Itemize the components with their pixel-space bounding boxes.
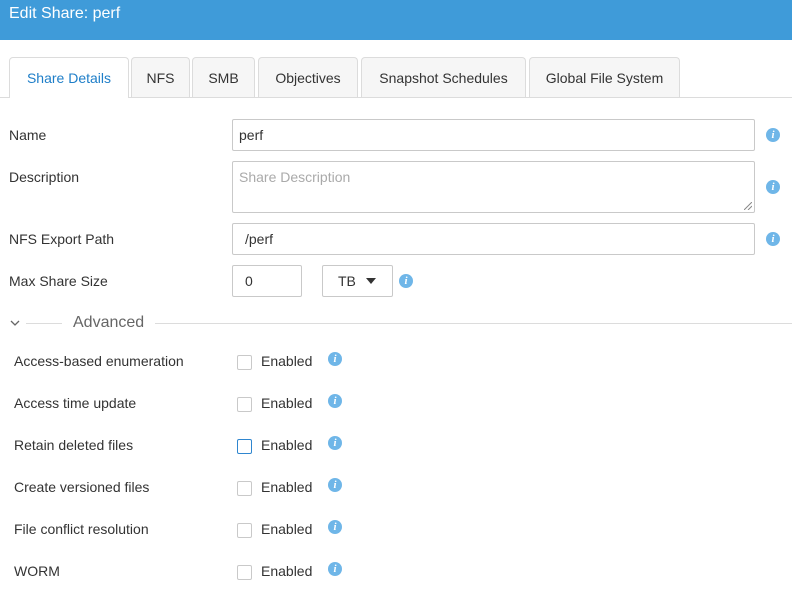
advanced-section-title[interactable]: Advanced	[73, 314, 144, 332]
window-title: Edit Share: perf	[9, 5, 121, 22]
chevron-down-icon[interactable]	[9, 318, 21, 328]
tab-nfs[interactable]: NFS	[131, 57, 190, 97]
tab-share-details[interactable]: Share Details	[9, 57, 129, 98]
info-icon[interactable]: i	[328, 520, 342, 534]
access-time-update-checkbox[interactable]	[237, 397, 252, 412]
info-icon[interactable]: i	[328, 352, 342, 366]
worm-checkbox[interactable]	[237, 565, 252, 580]
create-versioned-files-checkbox[interactable]	[237, 481, 252, 496]
nfs-export-path-value: /perf	[245, 231, 274, 247]
info-icon[interactable]: i	[328, 562, 342, 576]
retain-deleted-files-enabled-label[interactable]: Enabled	[261, 437, 312, 453]
window-titlebar: Edit Share: perf	[0, 0, 792, 40]
tab-smb[interactable]: SMB	[192, 57, 255, 97]
max-share-size-input[interactable]: 0	[232, 265, 302, 297]
size-unit-select[interactable]: TB	[322, 265, 393, 297]
max-share-size-label: Max Share Size	[9, 273, 108, 289]
access-time-update-label: Access time update	[14, 395, 137, 411]
resize-grip-icon[interactable]	[744, 202, 752, 210]
info-icon[interactable]: i	[399, 274, 413, 288]
retain-deleted-files-label: Retain deleted files	[14, 437, 134, 453]
description-textarea[interactable]: Share Description	[232, 161, 755, 213]
size-unit-value: TB	[338, 273, 356, 289]
access-time-update-enabled-label[interactable]: Enabled	[261, 395, 312, 411]
worm-enabled-label[interactable]: Enabled	[261, 563, 312, 579]
description-label: Description	[9, 169, 80, 185]
tab-objectives[interactable]: Objectives	[258, 57, 358, 97]
divider	[155, 323, 792, 324]
info-icon[interactable]: i	[328, 436, 342, 450]
info-icon[interactable]: i	[328, 394, 342, 408]
create-versioned-files-label: Create versioned files	[14, 479, 150, 495]
caret-down-icon	[365, 278, 376, 284]
description-placeholder: Share Description	[239, 169, 351, 185]
tab-bar: Share Details NFS SMB Objectives Snapsho…	[0, 57, 792, 98]
name-label: Name	[9, 127, 47, 143]
access-based-enumeration-enabled-label[interactable]: Enabled	[261, 353, 312, 369]
nfs-export-path-input[interactable]: /perf	[232, 223, 755, 255]
tab-snapshot-schedules[interactable]: Snapshot Schedules	[361, 57, 526, 97]
retain-deleted-files-checkbox[interactable]	[237, 439, 252, 454]
info-icon[interactable]: i	[328, 478, 342, 492]
file-conflict-resolution-label: File conflict resolution	[14, 521, 149, 537]
tab-global-file-system[interactable]: Global File System	[529, 57, 680, 97]
info-icon[interactable]: i	[766, 232, 780, 246]
file-conflict-resolution-enabled-label[interactable]: Enabled	[261, 521, 312, 537]
info-icon[interactable]: i	[766, 180, 780, 194]
create-versioned-files-enabled-label[interactable]: Enabled	[261, 479, 312, 495]
name-input[interactable]: perf	[232, 119, 755, 151]
access-based-enumeration-label: Access-based enumeration	[14, 353, 184, 369]
info-icon[interactable]: i	[766, 128, 780, 142]
access-based-enumeration-checkbox[interactable]	[237, 355, 252, 370]
nfs-export-path-label: NFS Export Path	[9, 231, 115, 247]
max-share-size-value: 0	[245, 273, 253, 289]
name-input-value: perf	[239, 127, 264, 143]
divider	[26, 323, 62, 324]
file-conflict-resolution-checkbox[interactable]	[237, 523, 252, 538]
worm-label: WORM	[14, 563, 60, 579]
